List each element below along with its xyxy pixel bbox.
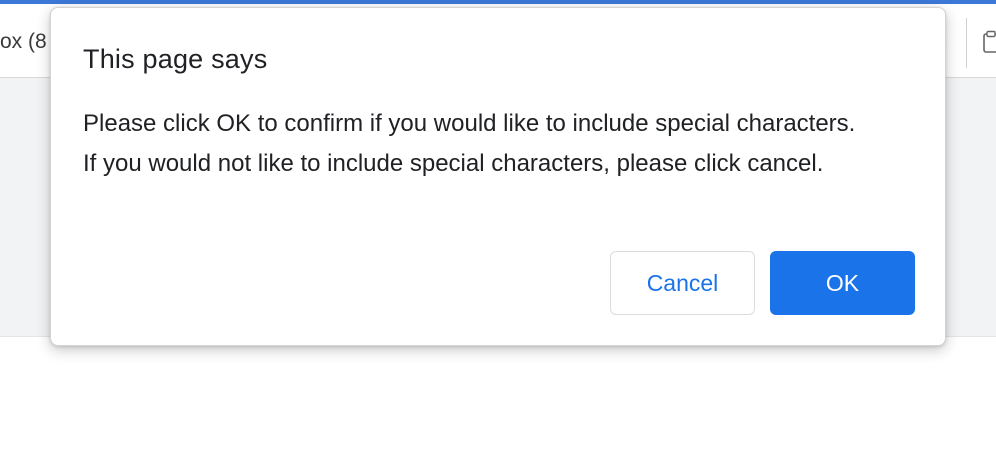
dialog-message: Please click OK to confirm if you would … <box>83 110 856 177</box>
alert-dialog: This page says Please click OK to confir… <box>50 7 946 346</box>
dialog-title: This page says <box>83 44 268 74</box>
tab-divider <box>966 18 967 68</box>
clipboard-icon[interactable] <box>982 30 996 54</box>
cancel-button[interactable]: Cancel <box>610 251 755 315</box>
ok-button[interactable]: OK <box>770 251 915 315</box>
page-lower-area <box>0 337 996 452</box>
tab-title-fragment[interactable]: ox (8 <box>0 30 47 54</box>
browser-window: ox (8 x This page says Please click OK t… <box>0 0 996 452</box>
